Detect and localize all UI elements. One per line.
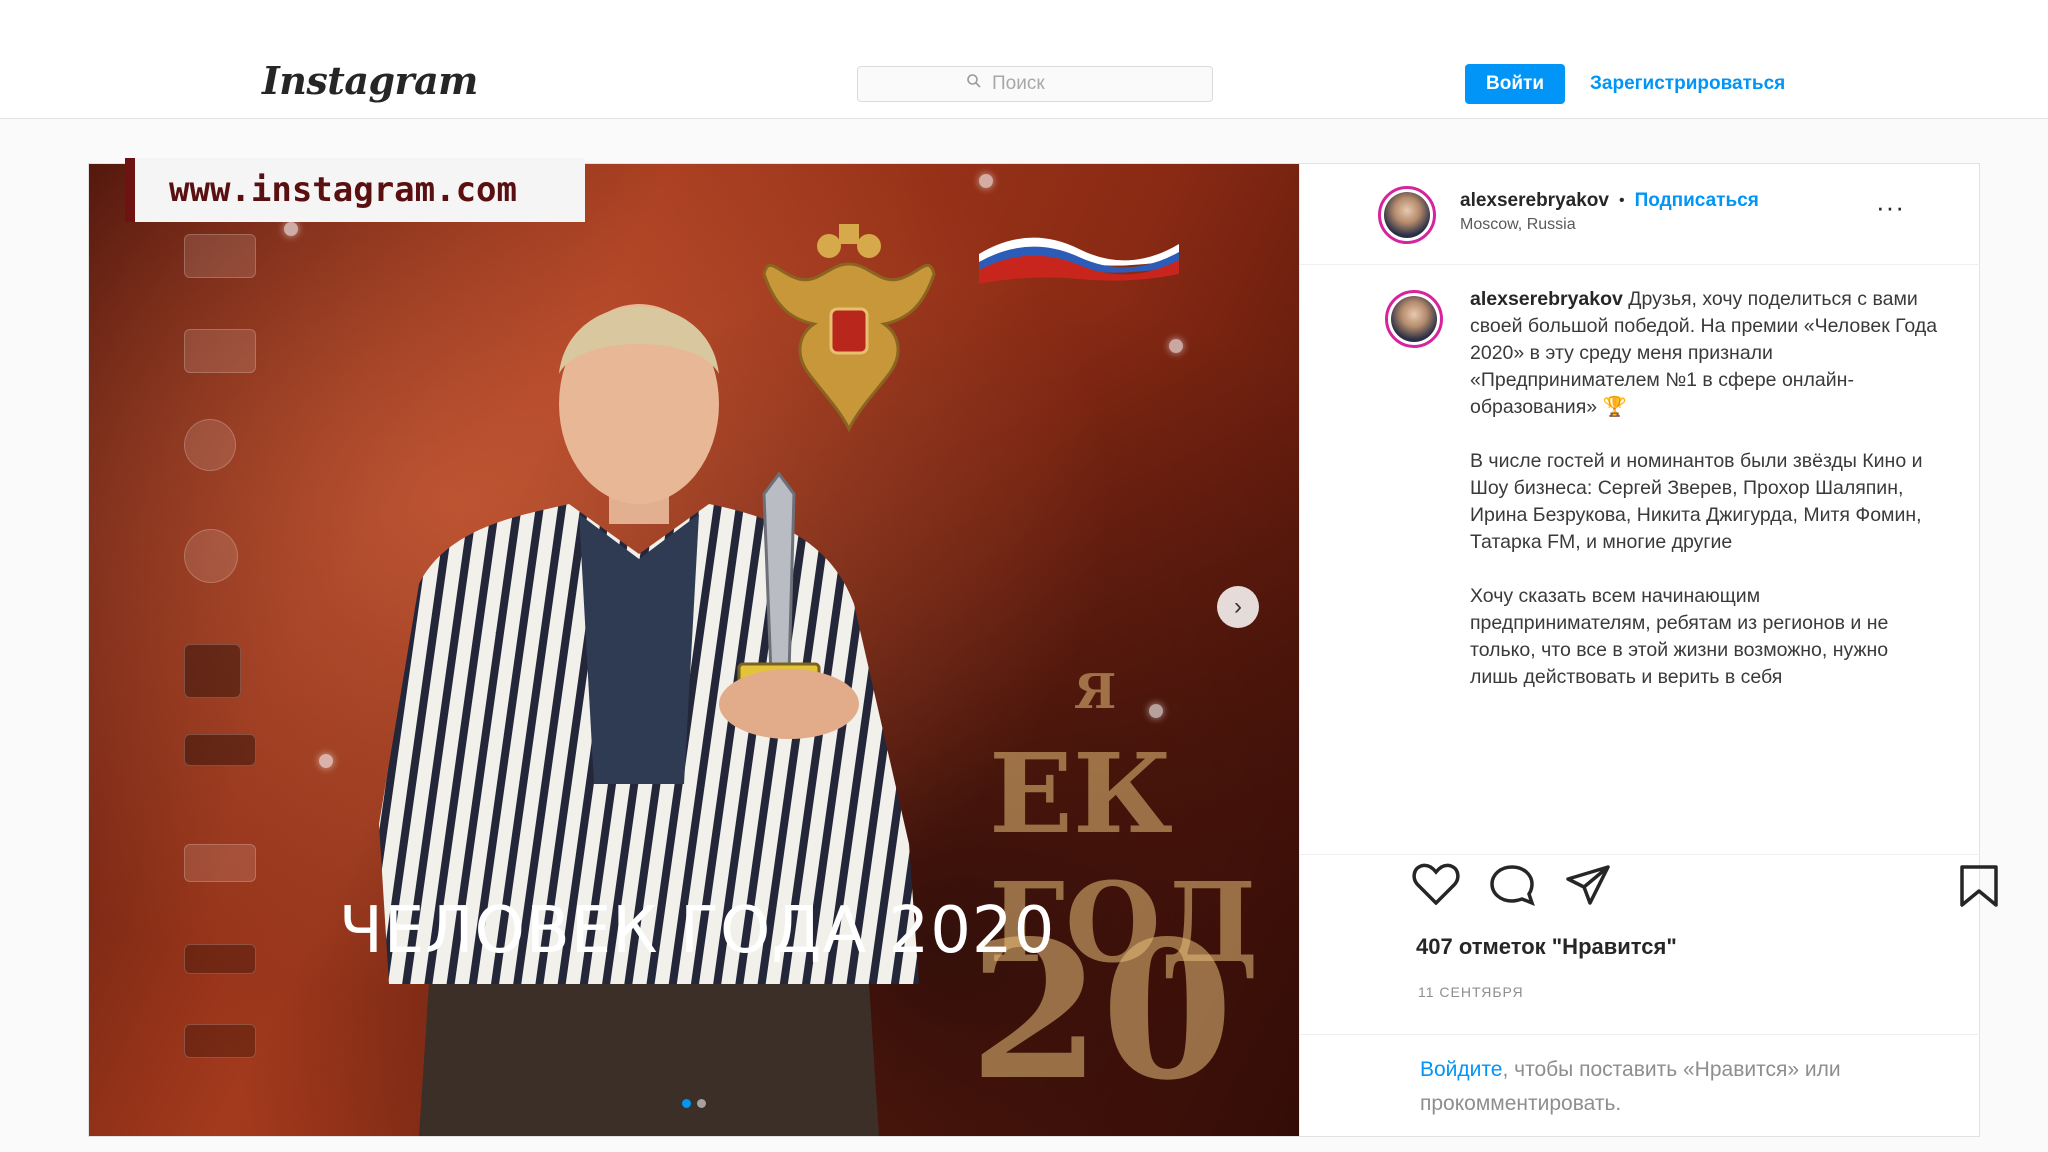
top-navigation-bar: Instagram Войти Зарегистрироваться [0, 0, 2048, 119]
like-heart-icon[interactable] [1412, 863, 1460, 910]
sponsor-logo [184, 529, 238, 583]
post-date[interactable]: 11 СЕНТЯБРЯ [1418, 984, 1524, 1000]
caption-paragraph: В числе гостей и номинантов были звёзды … [1470, 450, 1923, 553]
carousel-dot [697, 1099, 706, 1108]
signup-link[interactable]: Зарегистрироваться [1590, 73, 1785, 95]
carousel-indicator [682, 1099, 706, 1108]
comment-author-username[interactable]: alexserebryakov [1470, 288, 1623, 310]
post-card: ЕК ГОД 20 Я ЧЕЛОВЕК ГОДА 2020 › alexsere… [88, 163, 1998, 1137]
login-prompt-link[interactable]: Войдите [1420, 1058, 1502, 1081]
author-username[interactable]: alexserebryakov [1460, 190, 1609, 212]
login-prompt-text: Войдите, чтобы поставить «Нравится» или … [1420, 1053, 1980, 1121]
share-send-icon[interactable] [1564, 863, 1612, 912]
sparkle [1169, 339, 1183, 353]
save-bookmark-icon[interactable] [1956, 863, 2002, 914]
carousel-dot-active [682, 1099, 691, 1108]
comment-bubble-icon[interactable] [1488, 863, 1536, 912]
next-slide-button[interactable]: › [1217, 586, 1259, 628]
sponsor-logo [184, 1024, 256, 1058]
sparkle [284, 222, 298, 236]
search-box[interactable] [857, 66, 1213, 102]
likes-count[interactable]: 407 отметок "Нравится" [1416, 934, 1677, 960]
post-actions-bar [1300, 854, 1998, 925]
sponsor-logo [184, 234, 256, 278]
caption-text: alexserebryakov Друзья, хочу поделиться … [1470, 286, 1940, 718]
post-header: alexserebryakov • Подписаться Moscow, Ru… [1300, 164, 1980, 265]
chevron-right-icon: › [1234, 593, 1242, 620]
sponsor-logo [184, 734, 256, 766]
author-avatar[interactable] [1378, 186, 1436, 244]
post-location[interactable]: Moscow, Russia [1460, 216, 1576, 234]
sponsor-logo [184, 844, 256, 882]
follow-button[interactable]: Подписаться [1635, 190, 1759, 212]
sponsor-logo [184, 944, 256, 974]
website-watermark: www.instagram.com [125, 158, 585, 222]
comment-author-avatar[interactable] [1385, 290, 1443, 348]
person-in-striped-blazer [379, 304, 919, 1136]
caption-comment: alexserebryakov Друзья, хочу поделиться … [1300, 264, 1980, 834]
sponsor-logo [184, 419, 236, 471]
sparkle [1149, 704, 1163, 718]
more-options-icon[interactable]: ··· [1876, 192, 1905, 223]
caption-paragraph: Хочу сказать всем начинающим предпринима… [1470, 585, 1889, 688]
sponsor-logo [184, 329, 256, 373]
search-icon [966, 73, 982, 95]
post-details-panel: alexserebryakov • Подписаться Moscow, Ru… [1299, 164, 1998, 1137]
sparkle [979, 174, 993, 188]
instagram-logo[interactable]: Instagram [262, 58, 478, 103]
login-prompt-section: Войдите, чтобы поставить «Нравится» или … [1300, 1034, 1980, 1137]
separator-dot: • [1618, 192, 1625, 209]
post-photo[interactable]: ЕК ГОД 20 Я ЧЕЛОВЕК ГОДА 2020 › [89, 164, 1299, 1136]
login-button[interactable]: Войти [1465, 64, 1565, 104]
sponsor-logo [184, 644, 241, 698]
photo-overlay-caption: ЧЕЛОВЕК ГОДА 2020 [339, 894, 1056, 968]
search-input[interactable] [990, 72, 1104, 96]
sponsor-logos [184, 234, 256, 1058]
